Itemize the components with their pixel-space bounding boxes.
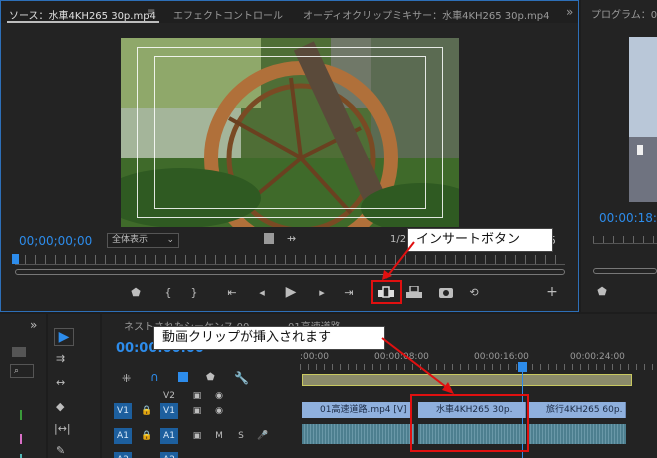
inserted-clip-highlight (410, 394, 529, 452)
insert-button-highlight (371, 280, 402, 304)
label-green-icon (20, 410, 22, 420)
clip-label: 01高速道路.mp4 [V] (320, 405, 407, 415)
go-to-in-button[interactable]: ⇤ (224, 284, 240, 300)
track-v1-source-patch[interactable]: V1 (114, 403, 132, 419)
video-clip-travel[interactable]: 旅行4KH265 60p. (528, 402, 626, 418)
tab-program[interactable]: プログラム：01 (591, 6, 657, 21)
panel-menu-icon[interactable]: ≡ (147, 7, 155, 18)
audio-clip-travel[interactable] (528, 424, 626, 444)
zoom-select[interactable]: 全体表示 ⌄ (107, 233, 179, 248)
inserted-clip-callout: 動画クリップが挿入されます (153, 326, 385, 350)
track-v1-eye-icon[interactable]: ◉ (210, 403, 228, 419)
overwrite-button[interactable] (406, 285, 422, 299)
selection-tool[interactable]: ▶ (54, 328, 74, 346)
work-area-bar[interactable] (302, 374, 632, 386)
linked-selection-icon[interactable] (178, 372, 188, 382)
tab-audio-clip-mixer[interactable]: オーディオクリップミキサー：水車4KH265 30p.mp4 (303, 7, 550, 22)
track-select-tool[interactable]: ⇉ (56, 352, 65, 365)
overwrite-icon (406, 286, 422, 298)
insert-button-callout: インサートボタン (407, 228, 553, 252)
camera-icon (439, 288, 453, 298)
track-v1-lock-icon[interactable]: 🔒 (138, 403, 156, 419)
pen-tool[interactable]: ✎ (56, 444, 65, 457)
tab-source[interactable]: ソース：水車4KH265 30p.mp4 (9, 7, 156, 22)
mark-in-button[interactable]: { (161, 284, 175, 300)
timeline-playhead[interactable] (518, 362, 527, 372)
project-side-panel: » ⌕ (0, 314, 46, 458)
inserted-callout-arrow (381, 337, 454, 394)
add-marker-icon[interactable]: ⬟ (206, 372, 215, 383)
track-a1-target[interactable]: A1 (160, 428, 178, 444)
source-video-frame (121, 38, 459, 227)
export-frame-button[interactable] (438, 285, 454, 299)
track-v2-eye-icon[interactable]: ◉ (210, 388, 228, 404)
play-button[interactable]: ▶ (283, 283, 299, 301)
ruler-label-24: 00:00:24:00 (570, 352, 625, 362)
nest-toggle-icon[interactable]: ⁜ (122, 372, 131, 385)
track-a1-mic-icon[interactable]: 🎤 (254, 428, 272, 444)
track-a2-source-patch[interactable]: A2 (114, 452, 132, 458)
audio-clip-highway[interactable] (302, 424, 414, 444)
wrench-icon[interactable]: 🔧 (234, 371, 249, 385)
settings-icon[interactable] (264, 233, 274, 244)
track-v1-target[interactable]: V1 (160, 403, 178, 419)
overflow-icon[interactable]: » (566, 5, 573, 19)
button-editor-plus[interactable]: + (545, 284, 559, 300)
program-time-ruler[interactable] (593, 236, 657, 244)
folder-icon[interactable] (12, 347, 26, 357)
source-monitor-panel: ソース：水車4KH265 30p.mp4 ≡ エフェクトコントロール オーディオ… (0, 0, 579, 312)
search-icon[interactable]: ⌕ (10, 364, 34, 378)
toggle-proxy-button[interactable]: ⟲ (466, 285, 482, 299)
track-v2-label: V2 (163, 391, 175, 401)
track-v2-film-icon[interactable]: ▣ (188, 388, 206, 404)
razor-tool[interactable]: ◆ (56, 400, 64, 413)
track-a1-lock-icon[interactable]: 🔒 (138, 428, 156, 444)
zoom-scroll-bar[interactable] (15, 269, 565, 275)
track-a1-solo[interactable]: S (232, 428, 250, 444)
track-a2-target[interactable]: A2 (160, 452, 178, 458)
zoom-select-value: 全体表示 (112, 235, 149, 245)
ruler-label-0: :00:00 (300, 352, 329, 362)
chevron-down-icon: ⌄ (166, 235, 174, 245)
title-safe-margin (154, 56, 426, 209)
track-v1-film-icon[interactable]: ▣ (188, 403, 206, 419)
overflow-icon[interactable]: » (30, 318, 37, 332)
program-monitor-panel: プログラム：01 00:00:18:0 ⬟ (581, 0, 657, 312)
source-monitor-tabbar: ソース：水車4KH265 30p.mp4 ≡ エフェクトコントロール オーディオ… (1, 1, 578, 23)
source-time-ruler[interactable] (15, 255, 565, 265)
program-timecode[interactable]: 00:00:18:0 (599, 211, 657, 225)
tab-effect-controls[interactable]: エフェクトコントロール (173, 7, 283, 22)
track-a1-mute[interactable]: M (210, 428, 228, 444)
clip-label: 旅行4KH265 60p. (546, 405, 623, 415)
program-marker-button[interactable]: ⬟ (595, 283, 609, 299)
insert-edit-arrows-icon[interactable]: ⇸ (287, 232, 296, 245)
tools-panel: ▶ ⇉ ↔ ◆ |↔| ✎ (48, 314, 100, 458)
source-timecode[interactable]: 00;00;00;00 (19, 234, 92, 248)
add-marker-button[interactable]: ⬟ (129, 284, 143, 300)
ripple-edit-tool[interactable]: ↔ (56, 376, 65, 389)
track-a1-sync-icon[interactable]: ▣ (188, 428, 206, 444)
road (629, 137, 657, 202)
step-forward-button[interactable]: ▸ (314, 284, 330, 300)
active-tab-underline (7, 21, 159, 23)
ruler-label-16: 00:00:16:00 (474, 352, 529, 362)
playhead-marker[interactable] (12, 254, 19, 264)
label-teal-icon (20, 454, 22, 458)
insert-callout-arrow (382, 241, 415, 280)
go-to-out-button[interactable]: ⇥ (341, 284, 357, 300)
label-pink-icon (20, 434, 22, 444)
slip-tool[interactable]: |↔| (54, 422, 71, 435)
program-video-frame (629, 37, 657, 202)
program-scroll-bar[interactable] (593, 268, 657, 274)
sign (637, 145, 643, 155)
track-a1-source-patch[interactable]: A1 (114, 428, 132, 444)
mark-out-button[interactable]: } (187, 284, 201, 300)
timeline-ruler-ticks[interactable] (300, 364, 657, 370)
sky (629, 37, 657, 137)
video-clip-highway[interactable]: 01高速道路.mp4 [V] (302, 402, 412, 418)
snap-icon[interactable]: ∩ (150, 370, 159, 384)
step-back-button[interactable]: ◂ (254, 284, 270, 300)
